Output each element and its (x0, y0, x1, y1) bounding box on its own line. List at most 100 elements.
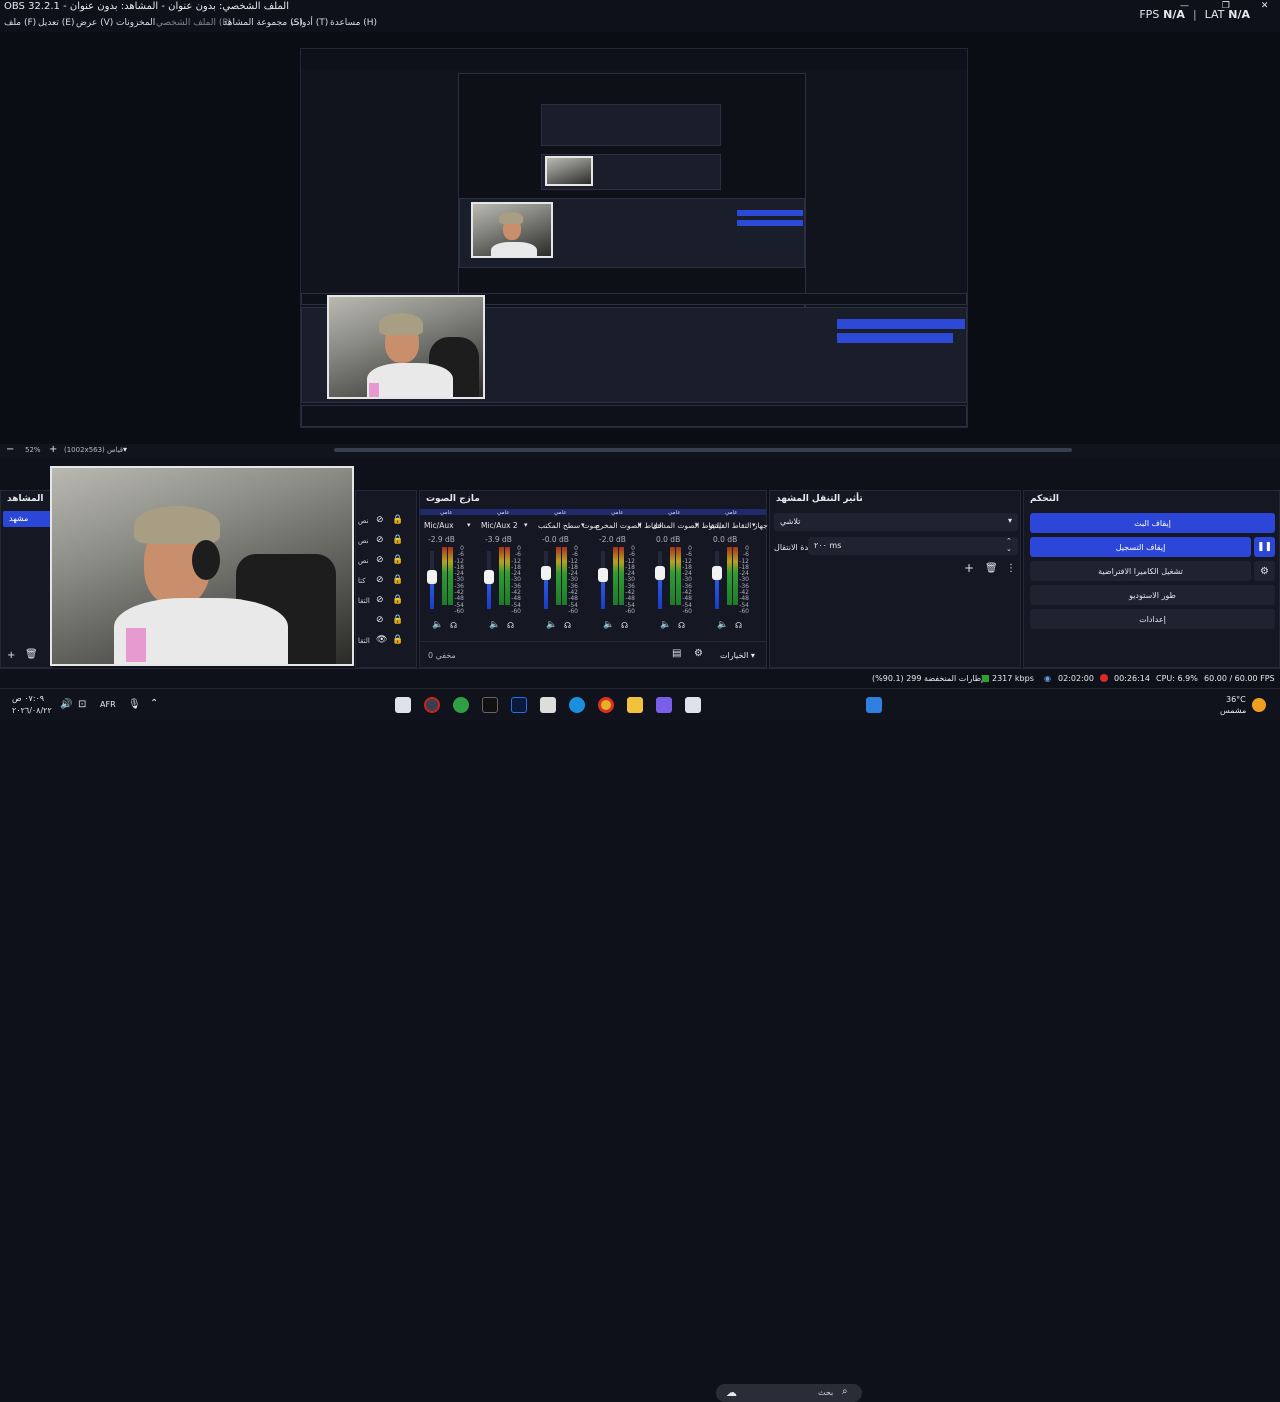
channel-menu-icon[interactable]: ▾ (752, 521, 756, 529)
layout-icon[interactable]: ▤ (672, 649, 681, 659)
add-transition-icon[interactable]: + (964, 562, 974, 574)
source-row[interactable]: التقا ⊘ 🔒 (356, 593, 416, 611)
mixer-settings-icon[interactable]: ⚙ (694, 649, 703, 659)
tiktok-icon[interactable] (482, 697, 498, 713)
chevron-up-icon[interactable]: ⌃ (150, 698, 158, 709)
xbox-icon[interactable] (453, 697, 469, 713)
input-language[interactable]: AFR (100, 700, 116, 709)
headphone-icon[interactable]: ☊ (564, 621, 571, 630)
menu-file[interactable]: ملف (F) (4, 18, 36, 28)
volume-slider-track[interactable] (715, 551, 719, 609)
network-icon[interactable]: ⊡ (78, 699, 86, 710)
volume-fader-knob[interactable] (541, 566, 551, 580)
visibility-icon[interactable]: 👁 (376, 635, 387, 645)
store-icon[interactable] (540, 697, 556, 713)
zoom-dropdown-icon[interactable]: ▾ (123, 445, 127, 455)
speaker-icon[interactable]: 🔈 (660, 620, 671, 630)
lock-icon[interactable]: 🔒 (392, 555, 403, 565)
microphone-icon[interactable]: 🎙 (128, 699, 141, 710)
lock-icon[interactable]: 🔒 (392, 635, 403, 645)
source-row[interactable]: نص ⊘ 🔒 (356, 513, 416, 531)
zoom-in-icon[interactable]: + (49, 445, 57, 455)
volume-slider-track[interactable] (544, 551, 548, 609)
source-row[interactable]: نص ⊘ 🔒 (356, 533, 416, 551)
close-icon[interactable]: ✕ (1261, 1, 1269, 11)
source-row[interactable]: ⊘ 🔒 (356, 613, 416, 631)
stop-stream-button[interactable]: إيقاف البث (1030, 513, 1275, 533)
menu-tools[interactable]: أدوات (T) (291, 18, 328, 28)
spin-down-icon[interactable]: ⌄ (1006, 545, 1012, 553)
visibility-icon[interactable]: ⊘ (376, 595, 384, 605)
taskview-icon[interactable] (395, 697, 411, 713)
clock-date: ٢٠٢٦/٠٨/٢٢ (12, 706, 52, 715)
scene-item[interactable]: مشهد (3, 511, 51, 527)
volume-fader-knob[interactable] (484, 570, 494, 584)
speaker-icon[interactable]: 🔈 (432, 620, 443, 630)
settings-button[interactable]: إعدادات (1030, 609, 1275, 629)
virtual-camera-settings-button[interactable]: ⚙ (1254, 561, 1275, 581)
visibility-icon[interactable]: ⊘ (376, 515, 384, 525)
lock-icon[interactable]: 🔒 (392, 615, 403, 625)
volume-fader-knob[interactable] (598, 568, 608, 582)
menu-edit[interactable]: تعديل (E) (38, 18, 74, 28)
source-row[interactable]: نص ⊘ 🔒 (356, 553, 416, 571)
volume-slider-track[interactable] (658, 551, 662, 609)
channel-menu-icon[interactable]: ▾ (581, 521, 585, 529)
start-icon[interactable] (866, 697, 882, 713)
menu-view[interactable]: عرض (V) (76, 18, 113, 28)
taskbar-search[interactable]: ☁ بحث ⌕ (716, 1384, 862, 1402)
source-row[interactable]: التقا 👁 🔒 (356, 633, 416, 651)
edge-icon[interactable] (569, 697, 585, 713)
delete-transition-icon[interactable]: 🗑 (985, 564, 998, 574)
speaker-icon[interactable]: 🔈 (546, 620, 557, 630)
volume-icon[interactable]: 🔊 (60, 699, 72, 710)
visibility-icon[interactable]: ⊘ (376, 535, 384, 545)
preview-horizontal-scrollbar[interactable] (334, 448, 1072, 452)
spin-up-icon[interactable]: ⌃ (1006, 537, 1012, 545)
speaker-icon[interactable]: 🔈 (717, 620, 728, 630)
app-icon[interactable] (685, 697, 701, 713)
file-explorer-icon[interactable] (627, 697, 643, 713)
volume-fader-knob[interactable] (712, 566, 722, 580)
mixer-options[interactable]: الخيارات ▾ (720, 651, 755, 660)
channel-menu-icon[interactable]: ▾ (695, 521, 699, 529)
lock-icon[interactable]: 🔒 (392, 535, 403, 545)
add-scene-icon[interactable]: + (7, 651, 15, 661)
chrome-icon[interactable] (598, 697, 614, 713)
lock-icon[interactable]: 🔒 (392, 595, 403, 605)
channel-menu-icon[interactable]: ▾ (524, 521, 528, 529)
volume-fader-knob[interactable] (655, 566, 665, 580)
headphone-icon[interactable]: ☊ (678, 621, 685, 630)
lock-icon[interactable]: 🔒 (392, 515, 403, 525)
delete-scene-icon[interactable]: 🗑 (25, 650, 38, 660)
headphone-icon[interactable]: ☊ (735, 621, 742, 630)
virtual-camera-button[interactable]: تشغيل الكاميرا الافتراضية (1030, 561, 1251, 581)
visibility-icon[interactable]: ⊘ (376, 615, 384, 625)
source-row[interactable]: كتا ⊘ 🔒 (356, 573, 416, 591)
transition-select[interactable]: تلاشي ▾ (774, 513, 1018, 531)
channel-menu-icon[interactable]: ▾ (467, 521, 471, 529)
menu-docks[interactable]: المخزونات (116, 18, 155, 28)
speaker-icon[interactable]: 🔈 (489, 620, 500, 630)
obs-icon[interactable] (424, 697, 440, 713)
visibility-icon[interactable]: ⊘ (376, 555, 384, 565)
menu-profile[interactable]: الملف الشخصي (P) (156, 18, 231, 28)
status-bar: الإطارات المنخفضة 299 (90.1%) 2317 kbps … (0, 668, 1280, 688)
speaker-icon[interactable]: 🔈 (603, 620, 614, 630)
copilot-icon[interactable] (656, 697, 672, 713)
headphone-icon[interactable]: ☊ (450, 621, 457, 630)
duration-input[interactable]: ٢٠٠ ms ⌃ ⌄ (808, 537, 1018, 555)
headphone-icon[interactable]: ☊ (621, 621, 628, 630)
stop-recording-button[interactable]: إيقاف التسجيل (1030, 537, 1251, 557)
studio-mode-button[interactable]: طور الاستوديو (1030, 585, 1275, 605)
volume-fader-knob[interactable] (427, 570, 437, 584)
more-options-icon[interactable]: ⋮ (1006, 564, 1016, 574)
photoshop-icon[interactable] (511, 697, 527, 713)
lock-icon[interactable]: 🔒 (392, 575, 403, 585)
headphone-icon[interactable]: ☊ (507, 621, 514, 630)
zoom-out-icon[interactable]: − (6, 445, 14, 455)
visibility-icon[interactable]: ⊘ (376, 575, 384, 585)
pause-recording-button[interactable]: ❚❚ (1254, 537, 1275, 557)
menu-help[interactable]: مساعدة (H) (330, 18, 377, 28)
channel-menu-icon[interactable]: ▾ (638, 521, 642, 529)
